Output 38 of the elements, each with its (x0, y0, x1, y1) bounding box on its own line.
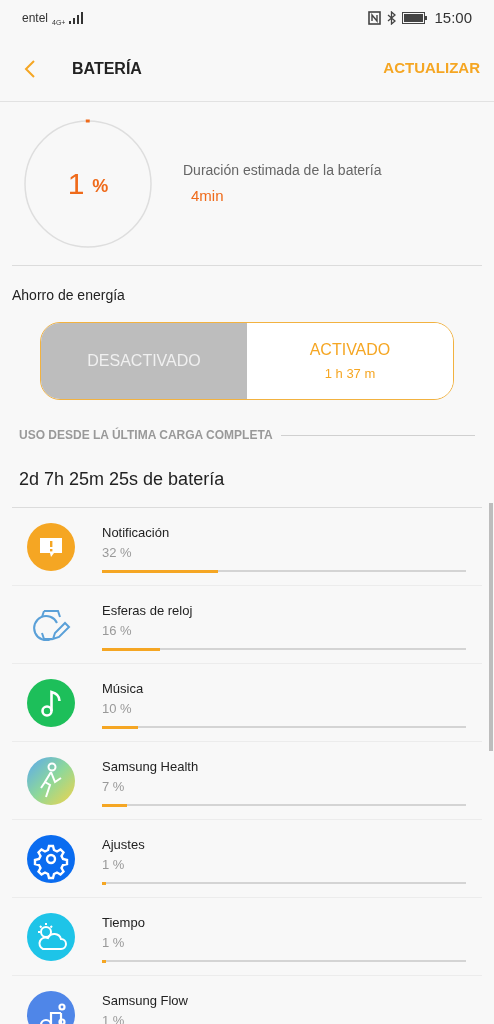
carrier-name: entel (22, 10, 49, 27)
app-percent: 7 % (102, 779, 126, 795)
app-name: Tiempo (102, 915, 146, 931)
app-percent: 16 % (102, 623, 133, 639)
bluetooth-icon (387, 11, 397, 25)
app-name: Esferas de reloj (102, 603, 194, 619)
app-name: Ajustes (102, 837, 146, 853)
app-usage-row[interactable]: Notificación 32 % (12, 508, 482, 586)
settings-icon (27, 835, 75, 883)
app-percent: 1 % (102, 935, 126, 951)
runner-icon (27, 757, 75, 805)
app-name: Samsung Health (102, 759, 200, 775)
app-name: Música (102, 681, 145, 697)
app-usage-row[interactable]: Tiempo 1 % (12, 898, 482, 976)
section-header: USO DESDE LA ÚLTIMA CARGA COMPLETA (19, 426, 273, 444)
estimate-value: 4min (191, 185, 225, 206)
power-saving-label: Ahorro de energía (11, 286, 126, 305)
app-percent: 1 % (102, 857, 126, 873)
clock-time: 15:00 (434, 7, 472, 28)
signal-icon (69, 12, 84, 24)
page-title: BATERÍA (72, 58, 142, 79)
app-name: Samsung Flow (102, 993, 189, 1009)
app-percent: 10 % (102, 701, 133, 717)
percent-sign: % (92, 175, 109, 198)
app-usage-row[interactable]: Samsung Health 7 % (12, 742, 482, 820)
app-usage-row[interactable]: Esferas de reloj 16 % (12, 586, 482, 664)
estimate-label: Duración estimada de la batería (183, 160, 382, 180)
app-percent: 32 % (102, 545, 133, 561)
sun-cloud-icon (27, 913, 75, 961)
music-note-icon (27, 679, 75, 727)
nfc-icon (368, 11, 382, 25)
battery-icon (402, 12, 429, 24)
app-usage-row[interactable]: Ajustes 1 % (12, 820, 482, 898)
app-name: Notificación (102, 525, 171, 541)
speech-bubble-icon (27, 523, 75, 571)
usage-total: 2d 7h 25m 25s de batería (19, 468, 226, 491)
app-usage-row[interactable]: Música 10 % (12, 664, 482, 742)
battery-percent: 1 (67, 166, 85, 202)
